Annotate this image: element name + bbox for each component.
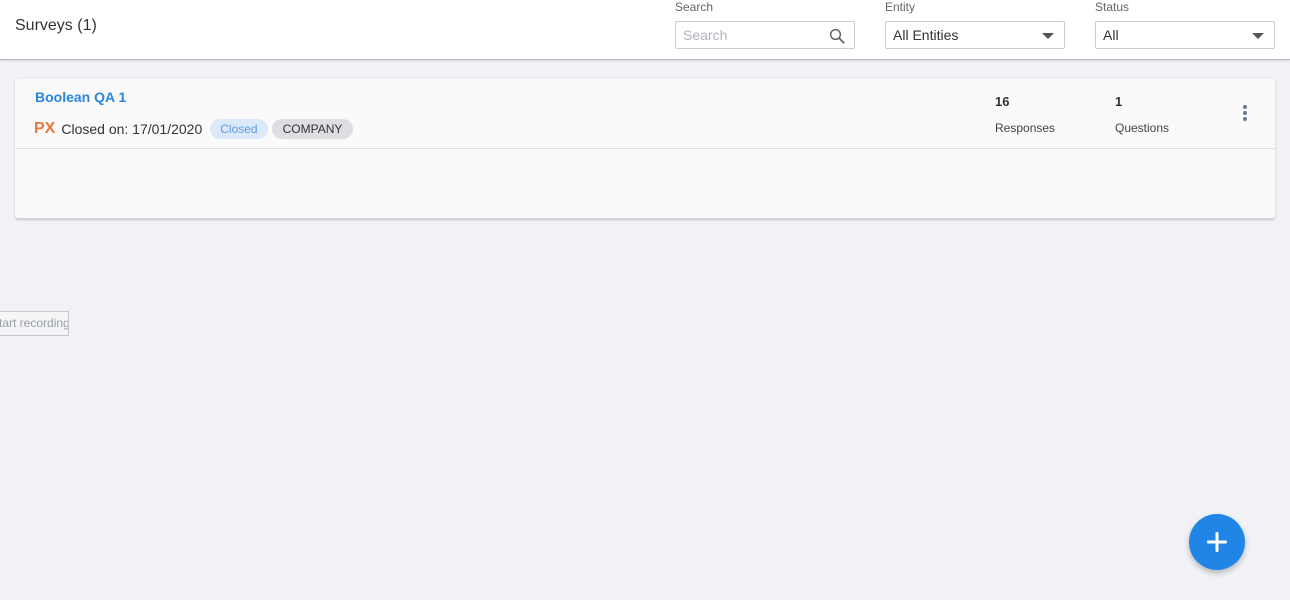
closed-date: Closed on: 17/01/2020 (61, 121, 203, 137)
more-vert-icon[interactable] (1240, 105, 1250, 123)
entity-badge: COMPANY (271, 119, 354, 139)
responses-label: Responses (995, 121, 1056, 135)
responses-count: 16 (995, 94, 1010, 109)
card-divider (15, 148, 1275, 149)
search-icon[interactable] (828, 27, 846, 45)
search-input[interactable] (676, 22, 816, 48)
questions-count: 1 (1115, 94, 1123, 109)
px-logo: PX (34, 120, 56, 137)
chevron-down-icon (1042, 33, 1054, 39)
entity-select-value: All Entities (893, 27, 959, 43)
survey-meta: PX Closed on: 17/01/2020 Closed COMPANY (34, 119, 354, 139)
plus-icon (1207, 532, 1227, 552)
status-select[interactable]: All (1095, 21, 1275, 49)
page-title: Surveys (1) (15, 17, 97, 34)
top-bar: Surveys (1) Search Entity All Entities S… (0, 0, 1290, 60)
search-field[interactable] (675, 21, 855, 49)
entity-label: Entity (885, 0, 916, 14)
status-select-value: All (1103, 27, 1119, 43)
add-survey-button[interactable] (1189, 514, 1245, 570)
survey-card: Boolean QA 1 PX Closed on: 17/01/2020 Cl… (15, 79, 1275, 219)
recording-tooltip: Start recording (0, 311, 69, 336)
search-label: Search (675, 0, 714, 14)
chevron-down-icon (1252, 33, 1264, 39)
survey-title-link[interactable]: Boolean QA 1 (35, 89, 126, 105)
status-badge: Closed (210, 119, 268, 139)
status-label: Status (1095, 0, 1130, 14)
questions-stat: 1 Questions (1115, 94, 1169, 135)
responses-stat: 16 Responses (995, 94, 1055, 135)
questions-label: Questions (1115, 121, 1170, 135)
entity-select[interactable]: All Entities (885, 21, 1065, 49)
